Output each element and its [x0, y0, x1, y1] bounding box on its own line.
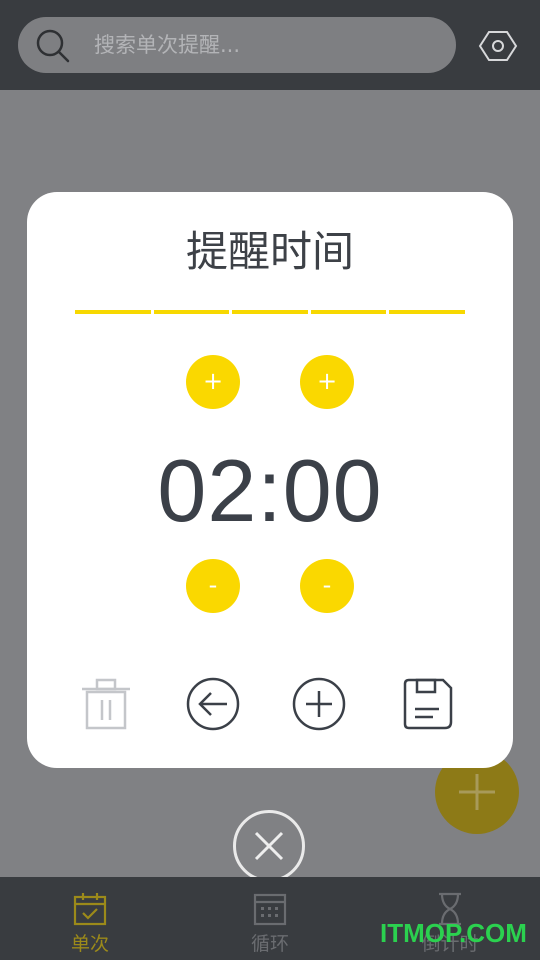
tab-single-label: 单次: [70, 933, 109, 955]
site-watermark: ITMOP.COM: [380, 918, 527, 948]
calendar-grid-icon: [253, 893, 287, 926]
reminder-time-dialog: 提醒时间 + + 02:00 - -: [27, 192, 513, 768]
close-icon: [254, 831, 284, 861]
tab-repeat[interactable]: 循环: [180, 877, 360, 960]
tab-single[interactable]: 单次: [0, 877, 180, 960]
minute-decrease-button[interactable]: -: [300, 559, 354, 613]
minute-increase-button[interactable]: +: [300, 355, 354, 409]
save-floppy-icon[interactable]: [399, 676, 455, 732]
time-display: 02:00: [157, 441, 383, 540]
close-dialog-button[interactable]: [233, 810, 305, 882]
top-bar: 搜索单次提醒...: [0, 0, 540, 90]
calendar-check-icon: [73, 893, 107, 926]
tab-repeat-label: 循环: [250, 933, 289, 955]
back-arrow-icon[interactable]: [185, 676, 241, 732]
settings-hexagon-icon[interactable]: [478, 26, 518, 66]
search-bar[interactable]: 搜索单次提醒...: [18, 17, 456, 73]
search-input[interactable]: 搜索单次提醒...: [94, 17, 240, 73]
search-icon: [36, 29, 70, 63]
dialog-title: 提醒时间: [185, 227, 354, 276]
delete-trash-icon[interactable]: [78, 676, 134, 732]
hour-increase-button[interactable]: +: [186, 355, 240, 409]
title-underline: [75, 310, 465, 314]
plus-icon: [459, 774, 495, 810]
hour-decrease-button[interactable]: -: [186, 559, 240, 613]
add-circle-icon[interactable]: [291, 676, 347, 732]
